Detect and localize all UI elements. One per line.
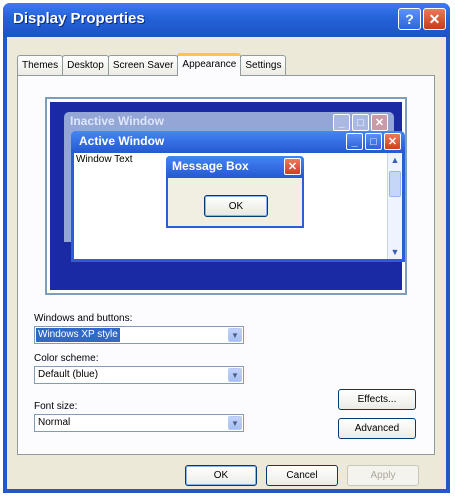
maximize-icon: □ (352, 114, 369, 131)
scroll-up-icon: ▲ (390, 155, 400, 165)
tab-themes[interactable]: Themes (17, 55, 64, 75)
windows-buttons-label: Windows and buttons: (34, 313, 133, 324)
close-icon[interactable]: ✕ (423, 8, 446, 30)
windows-buttons-value: Windows XP style (36, 328, 120, 342)
window-text-sample: Window Text (76, 154, 133, 165)
chevron-down-icon[interactable]: ▼ (228, 368, 242, 382)
tab-settings[interactable]: Settings (240, 55, 287, 75)
preview-scrollbar: ▲ ▼ (387, 153, 402, 259)
appearance-panel: Inactive Window _ □ ✕ Active Window _ □ … (17, 75, 435, 455)
minimize-icon: _ (333, 114, 350, 131)
advanced-button[interactable]: Advanced (338, 418, 416, 439)
font-size-value: Normal (38, 417, 71, 428)
color-scheme-label: Color scheme: (34, 353, 99, 364)
message-box-title: Message Box (172, 159, 249, 173)
close-icon: ✕ (284, 158, 301, 175)
tab-screen-saver[interactable]: Screen Saver (107, 55, 179, 75)
effects-button[interactable]: Effects... (338, 389, 416, 410)
chevron-down-icon[interactable]: ▼ (228, 416, 242, 430)
title-bar[interactable]: Display Properties ? ✕ (3, 3, 450, 37)
cancel-button[interactable]: Cancel (266, 465, 338, 486)
message-box-ok-button: OK (204, 195, 268, 217)
active-window-title: Active Window (79, 134, 165, 148)
scroll-thumb (389, 171, 401, 197)
tab-appearance[interactable]: Appearance (177, 53, 242, 76)
tab-strip: Themes Desktop Screen Saver Appearance S… (17, 53, 287, 76)
minimize-icon: _ (346, 133, 363, 150)
active-window-titlebar: Active Window _ □ ✕ (71, 131, 405, 153)
display-properties-window: Display Properties ? ✕ Themes Desktop Sc… (3, 3, 450, 493)
ok-button[interactable]: OK (185, 465, 257, 486)
inactive-window-controls: _ □ ✕ (333, 114, 388, 131)
tab-desktop[interactable]: Desktop (62, 55, 109, 75)
chevron-down-icon[interactable]: ▼ (228, 328, 242, 342)
help-icon[interactable]: ? (398, 8, 421, 30)
maximize-icon: □ (365, 133, 382, 150)
close-icon: ✕ (371, 114, 388, 131)
apply-button[interactable]: Apply (347, 465, 419, 486)
preview-message-box: Message Box ✕ OK (166, 156, 304, 228)
color-scheme-select[interactable]: Default (blue) ▼ (34, 366, 244, 384)
font-size-label: Font size: (34, 401, 78, 412)
inactive-window-title: Inactive Window (70, 114, 164, 128)
appearance-preview: Inactive Window _ □ ✕ Active Window _ □ … (45, 97, 407, 295)
close-icon: ✕ (384, 133, 401, 150)
active-window-controls: _ □ ✕ (346, 133, 401, 150)
window-title: Display Properties (13, 10, 145, 27)
scroll-down-icon: ▼ (390, 247, 400, 257)
windows-buttons-select[interactable]: Windows XP style ▼ (34, 326, 244, 344)
font-size-select[interactable]: Normal ▼ (34, 414, 244, 432)
preview-desktop: Inactive Window _ □ ✕ Active Window _ □ … (50, 102, 405, 290)
dialog-body: Themes Desktop Screen Saver Appearance S… (7, 37, 446, 489)
color-scheme-value: Default (blue) (38, 369, 99, 380)
message-box-titlebar: Message Box ✕ (166, 156, 304, 178)
